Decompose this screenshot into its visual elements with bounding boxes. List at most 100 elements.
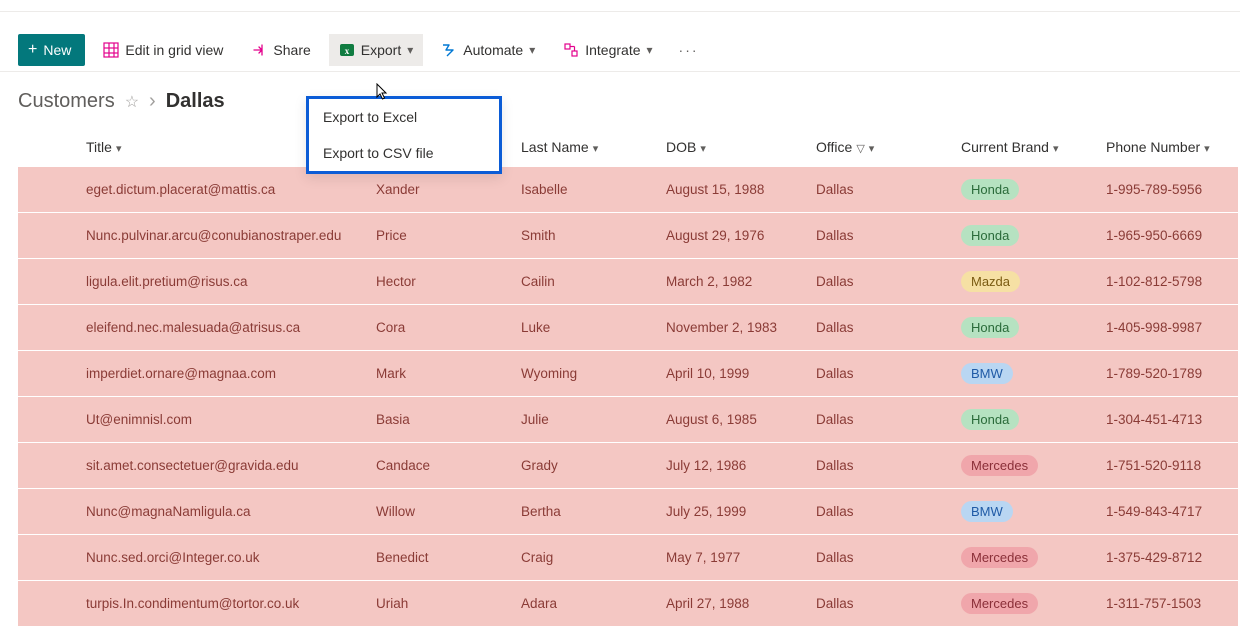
- cell-title[interactable]: eleifend.nec.malesuada@atrisus.ca: [78, 305, 368, 351]
- col-header-office[interactable]: Office▽▾: [808, 129, 953, 167]
- favorite-star-icon[interactable]: ☆: [125, 92, 139, 112]
- cell-office: Dallas: [808, 213, 953, 259]
- cell-phone: 1-375-429-8712: [1098, 535, 1238, 581]
- cell-dob: November 2, 1983: [658, 305, 808, 351]
- col-header-phone[interactable]: Phone Number▾: [1098, 129, 1238, 167]
- table-row[interactable]: sit.amet.consectetuer@gravida.eduCandace…: [18, 443, 1238, 489]
- cell-first: Cora: [368, 305, 513, 351]
- cell-dob: April 10, 1999: [658, 351, 808, 397]
- cell-last: Isabelle: [513, 167, 658, 213]
- cell-office: Dallas: [808, 489, 953, 535]
- export-button[interactable]: x Export ▾: [329, 34, 424, 66]
- export-csv-item[interactable]: Export to CSV file: [309, 135, 499, 171]
- cell-last: Wyoming: [513, 351, 658, 397]
- chevron-down-icon: ▾: [700, 143, 706, 155]
- cell-brand: BMW: [953, 351, 1098, 397]
- cell-title[interactable]: ligula.elit.pretium@risus.ca: [78, 259, 368, 305]
- cell-office: Dallas: [808, 259, 953, 305]
- table-row[interactable]: Nunc.pulvinar.arcu@conubianostraper.eduP…: [18, 213, 1238, 259]
- table-row[interactable]: Nunc.sed.orci@Integer.co.ukBenedictCraig…: [18, 535, 1238, 581]
- brand-pill: Honda: [961, 179, 1019, 200]
- cell-first: Benedict: [368, 535, 513, 581]
- cell-dob: May 7, 1977: [658, 535, 808, 581]
- command-bar: + New Edit in grid view Share x Export ▾…: [0, 28, 1240, 72]
- brand-pill: Mazda: [961, 271, 1020, 292]
- integrate-label: Integrate: [585, 42, 640, 58]
- plus-icon: +: [28, 42, 37, 58]
- cell-office: Dallas: [808, 351, 953, 397]
- cell-first: Candace: [368, 443, 513, 489]
- cell-brand: Mercedes: [953, 535, 1098, 581]
- share-icon: [251, 42, 267, 58]
- brand-pill: Mercedes: [961, 455, 1038, 476]
- share-button[interactable]: Share: [241, 34, 320, 66]
- breadcrumb-separator-icon: ›: [149, 90, 156, 113]
- cell-office: Dallas: [808, 581, 953, 627]
- table-row[interactable]: turpis.In.condimentum@tortor.co.ukUriahA…: [18, 581, 1238, 627]
- cell-office: Dallas: [808, 167, 953, 213]
- cell-first: Price: [368, 213, 513, 259]
- integrate-icon: [563, 42, 579, 58]
- excel-icon: x: [339, 42, 355, 58]
- cell-title[interactable]: sit.amet.consectetuer@gravida.edu: [78, 443, 368, 489]
- table-row[interactable]: eget.dictum.placerat@mattis.caXanderIsab…: [18, 167, 1238, 213]
- export-dropdown: Export to Excel Export to CSV file: [306, 96, 502, 174]
- cell-title[interactable]: imperdiet.ornare@magnaa.com: [78, 351, 368, 397]
- table-row[interactable]: Ut@enimnisl.comBasiaJulieAugust 6, 1985D…: [18, 397, 1238, 443]
- export-label: Export: [361, 42, 401, 58]
- chevron-down-icon: ▾: [1053, 143, 1059, 155]
- cell-first: Willow: [368, 489, 513, 535]
- cell-office: Dallas: [808, 397, 953, 443]
- cell-last: Smith: [513, 213, 658, 259]
- automate-button[interactable]: Automate ▾: [431, 34, 545, 66]
- flow-icon: [441, 42, 457, 58]
- cell-office: Dallas: [808, 305, 953, 351]
- cell-title[interactable]: Ut@enimnisl.com: [78, 397, 368, 443]
- cell-brand: BMW: [953, 489, 1098, 535]
- more-button[interactable]: ···: [671, 42, 707, 58]
- chevron-down-icon: ▾: [593, 143, 599, 155]
- table-row[interactable]: Nunc@magnaNamligula.caWillowBerthaJuly 2…: [18, 489, 1238, 535]
- new-button[interactable]: + New: [18, 34, 85, 66]
- cell-last: Julie: [513, 397, 658, 443]
- breadcrumb-root[interactable]: Customers: [18, 90, 115, 113]
- cell-last: Luke: [513, 305, 658, 351]
- col-header-brand[interactable]: Current Brand▾: [953, 129, 1098, 167]
- col-header-dob[interactable]: DOB▾: [658, 129, 808, 167]
- integrate-button[interactable]: Integrate ▾: [553, 34, 662, 66]
- brand-pill: Honda: [961, 225, 1019, 246]
- cell-phone: 1-405-998-9987: [1098, 305, 1238, 351]
- cell-office: Dallas: [808, 443, 953, 489]
- cell-last: Adara: [513, 581, 658, 627]
- cell-brand: Mazda: [953, 259, 1098, 305]
- cell-dob: August 15, 1988: [658, 167, 808, 213]
- cell-last: Grady: [513, 443, 658, 489]
- breadcrumb-current: Dallas: [166, 90, 225, 113]
- cell-brand: Honda: [953, 213, 1098, 259]
- cell-phone: 1-789-520-1789: [1098, 351, 1238, 397]
- cell-brand: Mercedes: [953, 443, 1098, 489]
- table-row[interactable]: ligula.elit.pretium@risus.caHectorCailin…: [18, 259, 1238, 305]
- brand-pill: Honda: [961, 317, 1019, 338]
- cell-brand: Honda: [953, 397, 1098, 443]
- col-header-last[interactable]: Last Name▾: [513, 129, 658, 167]
- table-row[interactable]: imperdiet.ornare@magnaa.comMarkWyomingAp…: [18, 351, 1238, 397]
- cell-title[interactable]: Nunc.pulvinar.arcu@conubianostraper.edu: [78, 213, 368, 259]
- edit-grid-label: Edit in grid view: [125, 42, 223, 58]
- chevron-down-icon: ▾: [529, 43, 535, 57]
- cell-phone: 1-311-757-1503: [1098, 581, 1238, 627]
- export-excel-item[interactable]: Export to Excel: [309, 99, 499, 135]
- table-row[interactable]: eleifend.nec.malesuada@atrisus.caCoraLuk…: [18, 305, 1238, 351]
- brand-pill: Mercedes: [961, 547, 1038, 568]
- cell-title[interactable]: turpis.In.condimentum@tortor.co.uk: [78, 581, 368, 627]
- chevron-down-icon: ▾: [1204, 143, 1210, 155]
- brand-pill: BMW: [961, 501, 1013, 522]
- cell-first: Basia: [368, 397, 513, 443]
- filter-icon: ▽: [856, 143, 864, 155]
- new-button-label: New: [43, 42, 71, 58]
- cell-dob: August 6, 1985: [658, 397, 808, 443]
- cell-title[interactable]: Nunc.sed.orci@Integer.co.uk: [78, 535, 368, 581]
- edit-grid-button[interactable]: Edit in grid view: [93, 34, 233, 66]
- cell-title[interactable]: Nunc@magnaNamligula.ca: [78, 489, 368, 535]
- brand-pill: Honda: [961, 409, 1019, 430]
